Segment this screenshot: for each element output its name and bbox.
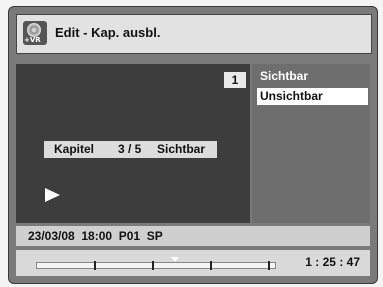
chapter-timeline xyxy=(36,257,276,270)
vr-label: +VR xyxy=(24,36,41,44)
osd-screen: +VR Edit - Kap. ausbl. 1 Kapitel 3 / 5 S… xyxy=(8,6,378,284)
chapter-marker xyxy=(210,261,212,270)
current-position-marker xyxy=(171,257,179,262)
play-icon xyxy=(45,188,60,202)
disc-graphic xyxy=(27,23,41,37)
chapter-marker xyxy=(94,261,96,270)
video-preview: 1 Kapitel 3 / 5 Sichtbar xyxy=(16,64,250,223)
recording-info: 23/03/08 18:00 P01 SP xyxy=(28,229,163,243)
chapter-number-badge: 1 xyxy=(224,72,246,88)
chapter-marker xyxy=(152,261,154,270)
chapter-status-bar: Kapitel 3 / 5 Sichtbar xyxy=(44,141,217,158)
chapter-marker xyxy=(268,261,270,270)
chapter-visibility: Sichtbar xyxy=(157,142,206,156)
info-bar: 23/03/08 18:00 P01 SP xyxy=(16,226,370,246)
disc-vr-icon: +VR xyxy=(23,21,47,45)
chapter-position: 3 / 5 xyxy=(118,142,142,156)
menu-item-unsichtbar[interactable]: Unsichtbar xyxy=(257,88,368,105)
visibility-menu: Sichtbar Unsichtbar xyxy=(252,64,370,223)
menu-item-sichtbar[interactable]: Sichtbar xyxy=(257,68,368,85)
timeline-row: 1 : 25 : 47 xyxy=(16,250,370,276)
elapsed-time: 1 : 25 : 47 xyxy=(305,255,360,269)
title-bar: +VR Edit - Kap. ausbl. xyxy=(16,14,372,54)
chapter-label: Kapitel xyxy=(54,142,95,156)
page-title: Edit - Kap. ausbl. xyxy=(55,25,161,40)
